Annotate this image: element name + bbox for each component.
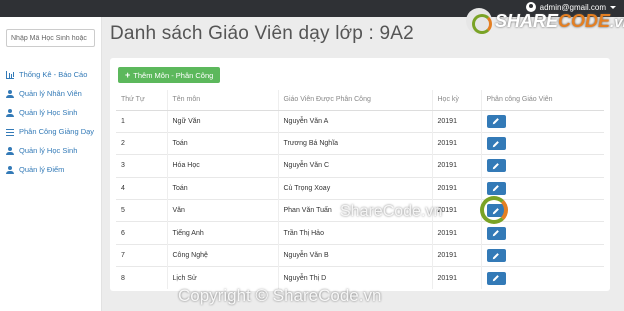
bars-icon [6,128,14,136]
plus-icon: + [125,69,131,80]
table-cell: Tiếng Anh [167,221,279,245]
assign-teacher-button[interactable] [486,137,506,151]
table-cell: 20191 [432,221,482,245]
add-subject-button[interactable]: + Thêm Môn - Phân Công [118,67,221,83]
table-header-row: Thứ Tự Tên môn Giáo Viên Được Phân Công … [116,90,604,111]
sidebar-item-assignment[interactable]: Phân Công Giảng Dạy [0,122,102,141]
person-icon [6,89,14,98]
person-icon [6,165,14,174]
table-cell: Cù Trọng Xoay [278,176,433,200]
person-icon [6,108,14,117]
column-header: Giáo Viên Được Phân Công [278,90,433,111]
table-row: 2 Toán Trương Bá Nghĩa 20191 [116,131,604,155]
table-cell: Ngữ Văn [167,109,279,133]
column-header: Tên môn [167,90,279,111]
table-cell: 5 [116,199,168,222]
search-input[interactable] [6,29,95,47]
table-cell: 1 [116,109,168,133]
table-row: 3 Hóa Học Nguyễn Văn C 20191 [116,154,604,178]
pencil-icon [492,118,499,125]
chart-icon [6,70,14,79]
table-cell: 20191 [432,176,482,200]
table-cell: Nguyễn Văn C [278,154,433,178]
sidebar-item-label: Quản lý Nhân Viên [19,89,82,98]
table-row: 6 Tiếng Anh Trần Thị Hảo 20191 [116,221,604,245]
table-row: 7 Công Nghệ Nguyễn Văn B 20191 [116,243,604,267]
sidebar-item-label: Phân Công Giảng Dạy [19,127,95,136]
assign-teacher-button[interactable] [486,114,506,128]
column-header: Phân công Giáo Viên [481,90,604,111]
table-cell-action [481,266,604,290]
content-panel: + Thêm Môn - Phân Công Thứ Tự Tên môn Gi… [110,58,610,291]
pencil-icon [492,140,499,147]
table-cell-action [481,221,604,245]
table-cell: 2 [116,131,168,155]
table-cell: Nguyễn Văn B [278,243,433,267]
column-header: Học kỳ [432,90,482,111]
sidebar-item-students-2[interactable]: Quản lý Học Sinh [0,141,102,160]
table-cell: Trần Thị Hảo [278,221,433,245]
table-cell: 20191 [432,243,482,267]
assign-teacher-button[interactable] [486,226,506,240]
column-header: Thứ Tự [116,90,168,111]
table-cell: Nguyễn Văn A [278,109,433,133]
table-cell: 3 [116,154,168,178]
watermark-text: ShareCode.vn [340,203,443,220]
page-title: Danh sách Giáo Viên dạy lớp : 9A2 [110,23,414,44]
sidebar-item-students[interactable]: Quản lý Học Sinh [0,103,102,122]
add-button-label: Thêm Môn - Phân Công [133,70,214,80]
table-cell: Hóa Học [167,154,279,178]
person-icon [6,146,14,155]
table-cell: Công Nghệ [167,243,279,267]
table-cell: 20191 [432,109,482,133]
pencil-icon [492,252,499,259]
sidebar-item-label: Quản lý Học Sinh [19,108,78,117]
table-cell: Toán [167,176,279,200]
assign-teacher-button[interactable] [486,271,506,285]
teacher-table: Thứ Tự Tên môn Giáo Viên Được Phân Công … [116,90,604,290]
sharecode-logo-icon [466,8,492,34]
table-cell: Trương Bá Nghĩa [278,131,433,155]
sharecode-logo-text: SHARECODE.vn [495,10,624,31]
table-row: 1 Ngữ Văn Nguyễn Văn A 20191 [116,109,604,133]
table-cell: 20191 [432,266,482,290]
table-cell: 20191 [432,131,482,155]
sidebar-item-grades[interactable]: Quản lý Điểm [0,160,102,179]
pencil-icon [492,163,499,170]
table-cell-action [481,154,604,178]
table-cell: 8 [116,266,168,290]
table-cell: 4 [116,176,168,200]
table-cell: 7 [116,243,168,267]
sidebar-item-staff[interactable]: Quản lý Nhân Viên [0,84,102,103]
assign-teacher-button[interactable] [486,159,506,173]
sidebar: Thống Kê - Báo Cáo Quản lý Nhân Viên Quả… [0,17,102,311]
sidebar-item-statistics[interactable]: Thống Kê - Báo Cáo [0,65,102,84]
table-cell: Toán [167,131,279,155]
sidebar-item-label: Quản lý Điểm [19,165,65,174]
pencil-icon [492,230,499,237]
sidebar-nav: Thống Kê - Báo Cáo Quản lý Nhân Viên Quả… [0,65,102,179]
table-cell: Văn [167,199,279,222]
table-row: 4 Toán Cù Trọng Xoay 20191 [116,176,604,200]
sidebar-item-label: Thống Kê - Báo Cáo [19,70,88,79]
table-cell: 20191 [432,154,482,178]
pencil-icon [492,185,499,192]
watermark-logo-icon [480,196,508,224]
table-cell-action [481,109,604,133]
table-cell-action [481,243,604,267]
table-cell: 6 [116,221,168,245]
sidebar-item-label: Quản lý Học Sinh [19,146,78,155]
assign-teacher-button[interactable] [486,181,506,195]
copyright-watermark: Copyright © ShareCode.vn [178,286,382,305]
table-cell-action [481,131,604,155]
pencil-icon [492,275,499,282]
sharecode-logo: SHARECODE.vn [466,8,624,34]
assign-teacher-button[interactable] [486,249,506,263]
